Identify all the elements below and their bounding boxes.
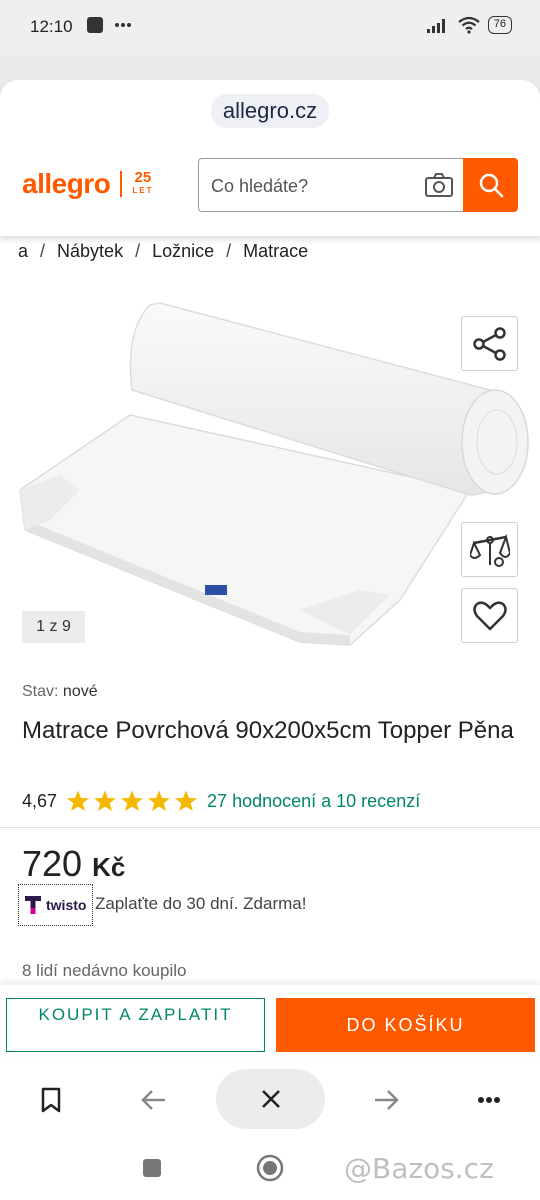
breadcrumb-item[interactable]: Matrace bbox=[243, 241, 308, 262]
notification-icons bbox=[86, 16, 132, 34]
share-button[interactable] bbox=[461, 316, 518, 371]
recents-icon[interactable] bbox=[142, 1158, 162, 1178]
breadcrumb-separator: / bbox=[135, 241, 141, 261]
url-bar[interactable]: allegro.cz bbox=[210, 94, 330, 128]
site-header: allegro.cz allegro 25 LET Co hledáte? bbox=[0, 80, 540, 236]
add-to-cart-button[interactable]: DO KOŠÍKU bbox=[276, 998, 535, 1052]
breadcrumb-item[interactable]: Nábytek bbox=[57, 241, 123, 262]
favorite-button[interactable] bbox=[461, 588, 518, 643]
search-placeholder: Co hledáte? bbox=[211, 176, 309, 196]
close-tab-button[interactable] bbox=[216, 1069, 325, 1129]
battery-indicator: 76 bbox=[487, 16, 512, 34]
price: 720 Kč bbox=[22, 843, 125, 885]
buy-now-button[interactable]: KOUPIT A ZAPLATIT bbox=[6, 998, 265, 1052]
logo-divider bbox=[120, 171, 123, 197]
recent-buyers: 8 lidí nedávno koupilo bbox=[22, 961, 187, 980]
breadcrumb: a / Nábytek / Ložnice / Matrace bbox=[18, 241, 308, 262]
status-time: 12:10 bbox=[30, 17, 73, 36]
reviews-link[interactable]: 27 hodnocení a 10 recenzí bbox=[207, 791, 420, 812]
share-icon bbox=[472, 326, 506, 361]
camera-icon[interactable] bbox=[424, 172, 454, 198]
rating-value: 4,67 bbox=[22, 790, 58, 811]
status-bar: 12:10 76 bbox=[0, 0, 540, 56]
price-value: 720 bbox=[22, 843, 83, 884]
condition-label: Stav: bbox=[22, 683, 59, 700]
star-icon bbox=[148, 790, 171, 811]
twisto-badge[interactable]: twisto bbox=[18, 884, 93, 926]
search-button[interactable] bbox=[463, 158, 518, 212]
twisto-note: Zaplaťte do 30 dní. Zdarma! bbox=[95, 894, 307, 913]
condition-value: nové bbox=[62, 683, 98, 700]
back-arrow-icon[interactable] bbox=[141, 1089, 167, 1111]
browser-toolbar bbox=[0, 1060, 540, 1140]
star-icon bbox=[94, 790, 117, 811]
wifi-icon bbox=[458, 16, 480, 34]
condition: Stav: nové bbox=[22, 683, 98, 701]
rating-row: 4,67 27 hodnocení a 10 recenzí bbox=[22, 789, 420, 813]
status-indicators: 76 bbox=[426, 16, 512, 34]
scales-icon bbox=[469, 533, 510, 567]
breadcrumb-item[interactable]: Ložnice bbox=[152, 241, 214, 262]
logo-text: allegro bbox=[22, 168, 111, 199]
section-divider bbox=[0, 827, 540, 828]
product-image[interactable] bbox=[0, 290, 540, 665]
breadcrumb-separator: / bbox=[40, 241, 46, 261]
purchase-actions: KOUPIT A ZAPLATIT DO KOŠÍKU bbox=[0, 985, 540, 1057]
star-icon bbox=[121, 790, 144, 811]
forward-arrow-icon[interactable] bbox=[373, 1089, 399, 1111]
product-title: Matrace Povrchová 90x200x5cm Topper Pěna bbox=[22, 717, 514, 744]
signal-icon bbox=[426, 19, 445, 33]
watermark: @Bazos.cz bbox=[344, 1152, 494, 1185]
more-options-icon[interactable] bbox=[477, 1096, 501, 1104]
rating-stars bbox=[65, 789, 199, 813]
star-icon bbox=[175, 790, 198, 811]
twisto-logo-icon bbox=[25, 896, 41, 914]
price-currency: Kč bbox=[92, 852, 126, 882]
breadcrumb-separator: / bbox=[226, 241, 232, 261]
anniversary-badge: 25 LET bbox=[132, 170, 154, 197]
heart-icon bbox=[472, 600, 507, 630]
home-icon[interactable] bbox=[256, 1154, 284, 1182]
badge-label: LET bbox=[132, 186, 154, 195]
breadcrumb-item[interactable]: a bbox=[18, 241, 28, 262]
compare-button[interactable] bbox=[461, 522, 518, 577]
close-icon bbox=[261, 1090, 280, 1108]
search-icon bbox=[479, 173, 503, 198]
star-icon bbox=[67, 790, 90, 811]
allegro-logo[interactable]: allegro 25 LET bbox=[22, 168, 153, 200]
app-notification-icon bbox=[87, 17, 103, 33]
bookmark-icon[interactable] bbox=[40, 1087, 62, 1113]
search-input[interactable]: Co hledáte? bbox=[198, 158, 464, 212]
image-counter: 1 z 9 bbox=[22, 611, 85, 643]
more-notifications-icon bbox=[115, 23, 131, 27]
twisto-logo-text: twisto bbox=[46, 897, 87, 913]
